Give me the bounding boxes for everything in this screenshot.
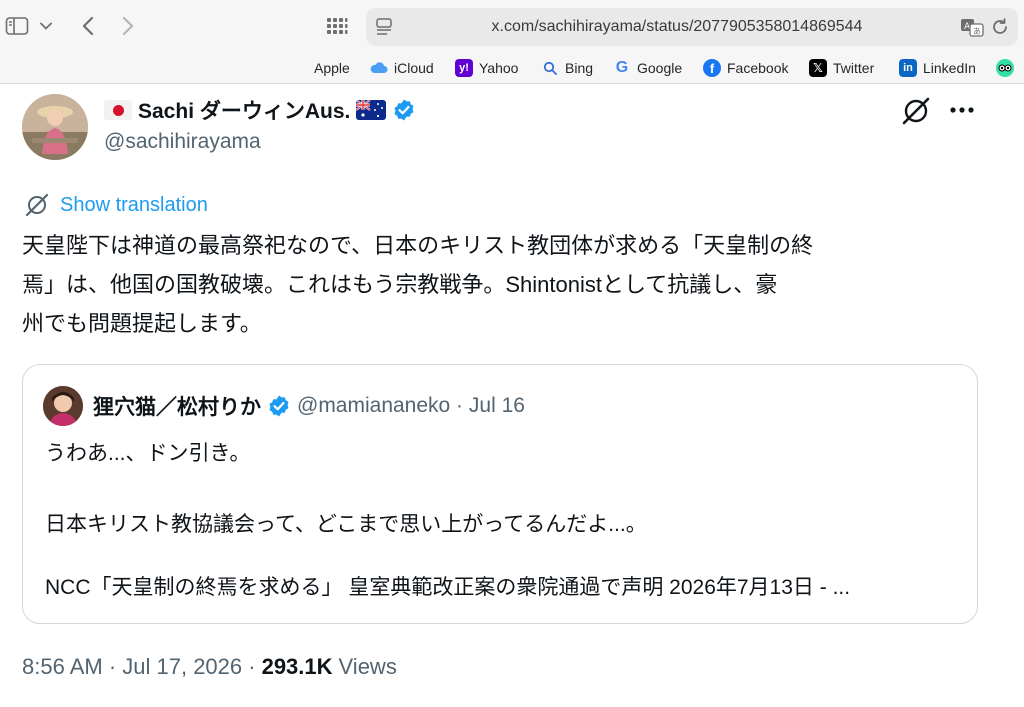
- translate-icon[interactable]: Aあ: [960, 17, 984, 37]
- favorite-label: Google: [637, 60, 683, 76]
- quote-text-line: 日本キリスト教協議会って、どこまで思い上がってるんだよ...。: [45, 513, 647, 536]
- yahoo-icon: y!: [455, 59, 473, 77]
- chevron-down-icon[interactable]: [38, 12, 54, 40]
- favorite-facebook[interactable]: f Facebook: [703, 57, 788, 79]
- favorite-icloud[interactable]: iCloud: [370, 57, 434, 79]
- favorite-yahoo[interactable]: y! Yahoo: [455, 57, 518, 79]
- back-icon[interactable]: [76, 12, 100, 40]
- apple-icon: [290, 59, 308, 77]
- tweet-text: 天皇陛下は神道の最高祭祀なので、日本のキリスト教団体が求める「天皇制の終 焉」は…: [22, 226, 972, 343]
- sidebar-toggle-icon[interactable]: [4, 12, 30, 40]
- favorite-apple[interactable]: Apple: [290, 57, 350, 79]
- svg-text:あ: あ: [973, 27, 981, 36]
- favorite-twitter[interactable]: 𝕏 Twitter: [809, 57, 874, 79]
- tweet-text-line: 州でも問題提起します。: [22, 311, 262, 336]
- google-icon: G: [615, 59, 629, 76]
- verified-badge-icon: [267, 394, 291, 418]
- linkedin-icon: in: [899, 59, 917, 77]
- favorite-bing[interactable]: Bing: [541, 57, 593, 79]
- author-handle[interactable]: @sachihirayama: [104, 130, 261, 154]
- favorites-bar: Apple iCloud y! Yahoo Bing G Google f Fa…: [0, 52, 1024, 84]
- show-translation-link[interactable]: Show translation: [60, 194, 208, 217]
- verified-badge-icon: [392, 98, 416, 122]
- quote-text-line: うわあ...、ドン引き。: [45, 442, 251, 465]
- facebook-icon: f: [703, 59, 721, 77]
- reload-icon[interactable]: [990, 17, 1010, 37]
- tweet-timestamp[interactable]: 8:56 AM · Jul 17, 2026 ·: [22, 654, 256, 680]
- forward-icon[interactable]: [116, 12, 140, 40]
- favorite-label: Facebook: [727, 60, 789, 76]
- x-icon: 𝕏: [809, 59, 827, 77]
- author-name-row[interactable]: Sachi ダーウィンAus.: [104, 95, 416, 125]
- view-count: 293.1K: [261, 654, 333, 679]
- page-menu-icon[interactable]: [374, 17, 394, 37]
- grok-icon[interactable]: [900, 95, 932, 127]
- grok-translate-icon: [24, 192, 50, 218]
- favorite-google[interactable]: G Google: [613, 57, 682, 79]
- favorite-label: Bing: [565, 60, 594, 76]
- favorite-label: iCloud: [394, 60, 434, 76]
- icloud-icon: [370, 59, 388, 77]
- favorite-tripadvisor[interactable]: [996, 57, 1014, 79]
- quote-header: 狸穴猫／松村りか @mamiananeko · Jul 16: [93, 391, 525, 421]
- favorite-label: Apple: [314, 60, 350, 76]
- quote-author-avatar[interactable]: [43, 386, 83, 426]
- favorite-label: Twitter: [833, 60, 875, 76]
- address-bar[interactable]: x.com/sachihirayama/status/2077905358014…: [366, 8, 1018, 46]
- show-translation-button[interactable]: Show translation: [24, 191, 208, 219]
- favorite-linkedin[interactable]: in LinkedIn: [899, 57, 976, 79]
- author-avatar[interactable]: [22, 94, 88, 160]
- favorite-label: LinkedIn: [923, 60, 976, 76]
- japan-flag-icon: [104, 100, 132, 120]
- tweet-meta: 8:56 AM · Jul 17, 2026 · 293.1K Views: [22, 650, 397, 684]
- url-text[interactable]: x.com/sachihirayama/status/2077905358014…: [406, 8, 948, 46]
- quote-text-line: NCC「天皇制の終焉を求める」 皇室典範改正案の衆院通過で声明 2026年7月1…: [45, 576, 851, 599]
- author-name[interactable]: Sachi ダーウィンAus.: [138, 95, 350, 125]
- tripadvisor-icon: [996, 59, 1014, 77]
- tweet-text-line: 焉」は、他国の国教破壊。これはもう宗教戦争。Shintonistとして抗議し、豪: [22, 272, 778, 297]
- browser-toolbar: x.com/sachihirayama/status/2077905358014…: [0, 0, 1024, 52]
- tab-overview-icon[interactable]: [324, 12, 350, 40]
- views-label: Views: [338, 654, 397, 679]
- quoted-tweet[interactable]: 狸穴猫／松村りか @mamiananeko · Jul 16 うわあ...、ドン…: [22, 364, 978, 624]
- favorite-label: Yahoo: [479, 60, 519, 76]
- more-options-icon[interactable]: [946, 97, 978, 123]
- tweet-text-line: 天皇陛下は神道の最高祭祀なので、日本のキリスト教団体が求める「天皇制の終: [22, 233, 814, 258]
- quote-handle-date: @mamiananeko · Jul 16: [297, 394, 525, 417]
- australia-flag-icon: [356, 100, 387, 120]
- search-icon: [541, 59, 559, 77]
- quote-author-name[interactable]: 狸穴猫／松村りか: [93, 391, 261, 421]
